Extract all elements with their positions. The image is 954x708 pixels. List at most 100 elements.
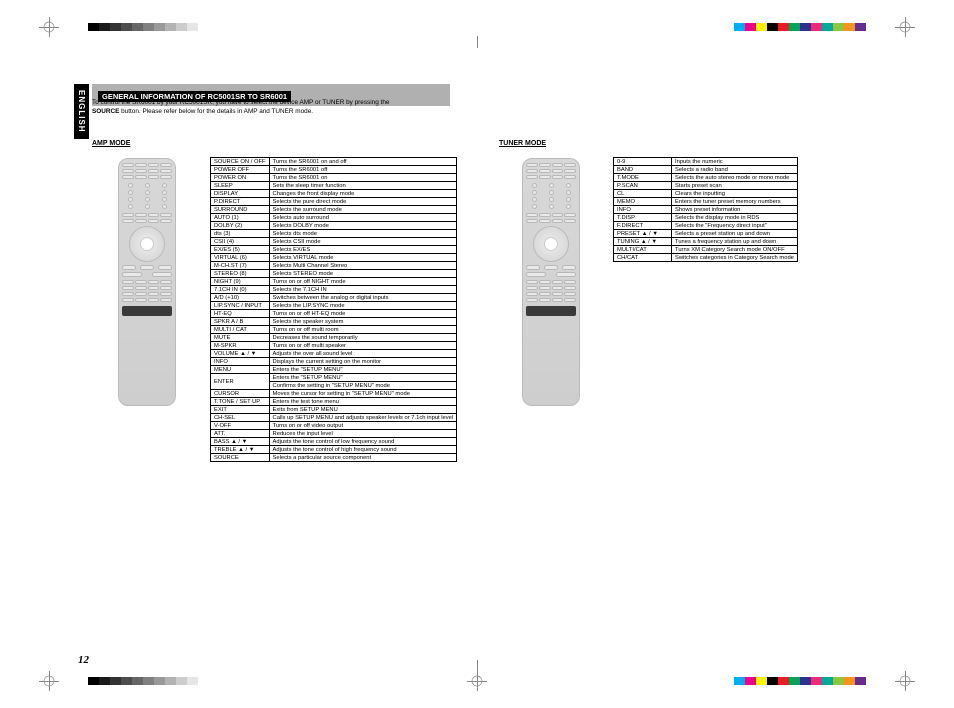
amp-table-row: CURSORMoves the cursor for setting in "S…	[211, 390, 457, 398]
table-cell: CH/CAT	[614, 254, 672, 262]
table-cell: VIRTUAL (6)	[211, 254, 270, 262]
swatch	[734, 23, 745, 31]
swatch	[121, 23, 132, 31]
table-cell: ATT.	[211, 430, 270, 438]
fold-mark	[477, 36, 478, 48]
table-cell: Selects the display mode in RDS	[672, 214, 798, 222]
amp-table-row: MULTI / CATTurns on or off multi room	[211, 326, 457, 334]
table-cell: SLEEP	[211, 182, 270, 190]
amp-table-row: HT-EQTurns on or off HT-EQ mode	[211, 310, 457, 318]
swatch	[822, 23, 833, 31]
table-cell: POWER ON	[211, 174, 270, 182]
amp-table-row: V-OFFTurns on or off video output	[211, 422, 457, 430]
amp-table-row: P.DIRECTSelects the pure direct mode	[211, 198, 457, 206]
table-cell: 0-9	[614, 158, 672, 166]
tuner-table-row: MEMOEnters the tuner preset memory numbe…	[614, 198, 798, 206]
table-cell: SPKR A / B	[211, 318, 270, 326]
amp-mode-label: AMP MODE	[92, 140, 130, 147]
swatch	[110, 677, 121, 685]
table-cell: MULTI/CAT	[614, 246, 672, 254]
table-cell: Enters the "SETUP MENU"	[269, 374, 457, 382]
amp-table-row: EX/ES (5)Selects EX/ES	[211, 246, 457, 254]
table-cell: MENU	[211, 366, 270, 374]
table-cell: Selects dts mode	[269, 230, 457, 238]
table-cell: T.DISP	[614, 214, 672, 222]
swatch	[778, 677, 789, 685]
intro-paragraph: To control the SR6001 by your RC5001SR, …	[92, 99, 672, 116]
table-cell: MUTE	[211, 334, 270, 342]
language-tab: ENGLISH	[74, 84, 89, 139]
amp-table-row: STEREO (8)Selects STEREO mode	[211, 270, 457, 278]
table-cell: NIGHT (9)	[211, 278, 270, 286]
table-cell: TREBLE ▲ / ▼	[211, 446, 270, 454]
swatch	[767, 677, 778, 685]
table-cell: Selects a preset station up and down	[672, 230, 798, 238]
amp-table-row: NIGHT (9)Turns on or off NIGHT mode	[211, 278, 457, 286]
table-cell: CL	[614, 190, 672, 198]
table-cell: CURSOR	[211, 390, 270, 398]
table-cell: Enters the test tone menu	[269, 398, 457, 406]
table-cell: Turns on or off HT-EQ mode	[269, 310, 457, 318]
table-cell: Changes the front display mode	[269, 190, 457, 198]
amp-table-row: T.TONE / SET UPEnters the test tone menu	[211, 398, 457, 406]
table-cell: DOLBY (2)	[211, 222, 270, 230]
amp-table-row: dts (3)Selects dts mode	[211, 230, 457, 238]
swatch	[176, 677, 187, 685]
swatch	[811, 23, 822, 31]
swatch	[99, 23, 110, 31]
amp-table-row: DOLBY (2)Selects DOLBY mode	[211, 222, 457, 230]
color-swatches-top-right	[734, 23, 866, 31]
amp-table-row: SLEEPSets the sleep timer function	[211, 182, 457, 190]
amp-table-row: MUTEDecreases the sound temporarily	[211, 334, 457, 342]
table-cell: Adjusts the tone control of low frequenc…	[269, 438, 457, 446]
amp-table-row: ENTEREnters the "SETUP MENU"	[211, 374, 457, 382]
table-cell: M-CH.ST (7)	[211, 262, 270, 270]
crop-mark-icon	[36, 14, 62, 40]
table-cell: ENTER	[211, 374, 270, 390]
amp-table-row: M-SPKRTurns on or off multi speaker	[211, 342, 457, 350]
swatch	[855, 23, 866, 31]
table-cell: Tunes a frequency station up and down	[672, 238, 798, 246]
swatch	[154, 23, 165, 31]
table-cell: V-OFF	[211, 422, 270, 430]
swatch	[767, 23, 778, 31]
table-cell: Selects Multi Channel Stereo	[269, 262, 457, 270]
tuner-function-table: 0-9Inputs the numericBANDSelects a radio…	[613, 157, 798, 262]
crop-mark-icon	[36, 668, 62, 694]
amp-table-row: POWER OFFTurns the SR6001 off	[211, 166, 457, 174]
table-cell: Selects the LIP.SYNC mode	[269, 302, 457, 310]
amp-table-row: AUTO (1)Selects auto surround	[211, 214, 457, 222]
swatch	[789, 677, 800, 685]
table-cell: Selects DOLBY mode	[269, 222, 457, 230]
page-number: 12	[78, 654, 89, 666]
amp-table-row: ATT.Reduces the input level	[211, 430, 457, 438]
table-cell: Turns on or off video output	[269, 422, 457, 430]
amp-table-row: SPKR A / BSelects the speaker system	[211, 318, 457, 326]
gray-swatches-top-left	[88, 23, 209, 31]
table-cell: INFO	[614, 206, 672, 214]
table-cell: Turns XM Category Search mode ON/OFF	[672, 246, 798, 254]
swatch	[143, 23, 154, 31]
tuner-table-row: F.DIRECTSelects the "Frequency direct in…	[614, 222, 798, 230]
swatch	[756, 23, 767, 31]
swatch	[745, 677, 756, 685]
amp-table-row: MENUEnters the "SETUP MENU"	[211, 366, 457, 374]
swatch	[855, 677, 866, 685]
table-cell: POWER OFF	[211, 166, 270, 174]
swatch	[165, 677, 176, 685]
tuner-table-row: BANDSelects a radio band	[614, 166, 798, 174]
amp-table-row: POWER ONTurns the SR6001 on	[211, 174, 457, 182]
swatch	[844, 677, 855, 685]
table-cell: Selects the surround mode	[269, 206, 457, 214]
table-cell: DISPLAY	[211, 190, 270, 198]
table-cell: MEMO	[614, 198, 672, 206]
table-cell: Selects a radio band	[672, 166, 798, 174]
table-cell: Exits from SETUP MENU	[269, 406, 457, 414]
tuner-table-row: TUNING ▲ / ▼Tunes a frequency station up…	[614, 238, 798, 246]
swatch	[800, 23, 811, 31]
table-cell: SURROUND	[211, 206, 270, 214]
swatch	[121, 677, 132, 685]
tuner-table-row: T.DISPSelects the display mode in RDS	[614, 214, 798, 222]
remote-amp-image	[118, 158, 176, 406]
tuner-table-row: P.SCANStarts preset scan	[614, 182, 798, 190]
